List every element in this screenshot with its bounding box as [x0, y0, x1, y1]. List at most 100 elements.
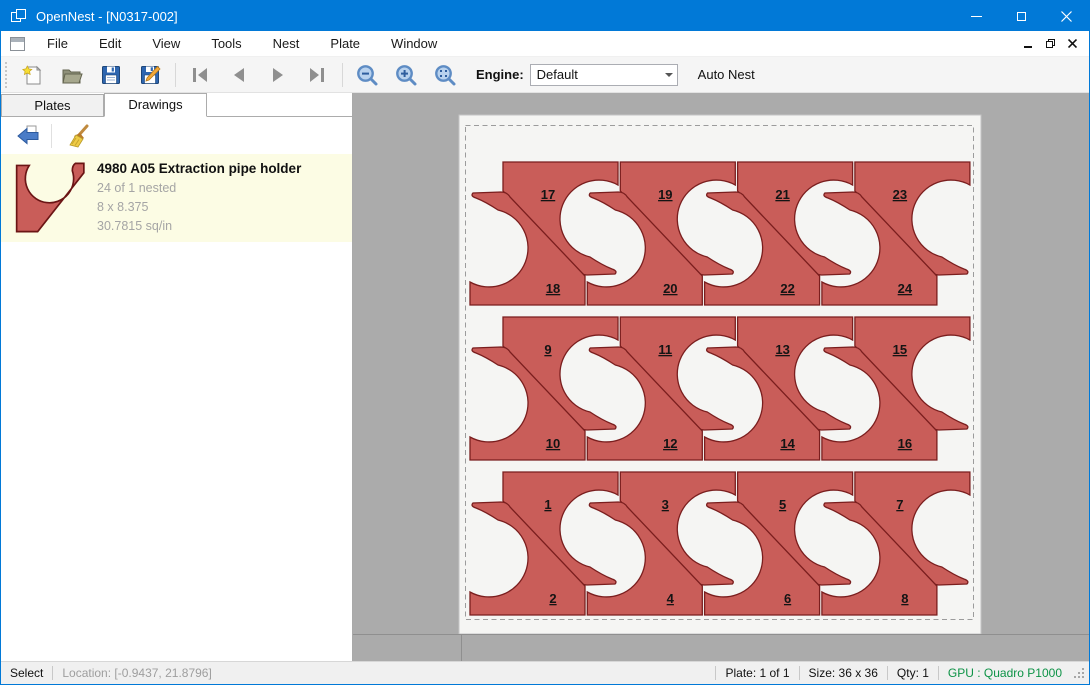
- gpu-status: GPU : Quadro P1000: [948, 666, 1062, 680]
- location-status: Location: [-0.9437, 21.8796]: [62, 666, 211, 680]
- tab-plates[interactable]: Plates: [1, 94, 104, 116]
- open-button[interactable]: [57, 60, 87, 90]
- move-back-icon: [15, 123, 41, 149]
- zoom-in-button[interactable]: [391, 60, 421, 90]
- menu-item-edit[interactable]: Edit: [87, 32, 133, 55]
- left-panel: Plates Drawings: [1, 93, 353, 661]
- part-number-label: 18: [546, 281, 560, 296]
- maximize-button[interactable]: [999, 1, 1044, 31]
- drawing-nested-count: 24 of 1 nested: [97, 179, 352, 198]
- status-separator: [715, 666, 716, 680]
- toolbar-grip[interactable]: [4, 62, 9, 88]
- plate-status: Plate: 1 of 1: [725, 666, 789, 680]
- zoom-fit-icon: [433, 63, 457, 87]
- part-number-label: 12: [663, 436, 677, 451]
- part-number-label: 17: [541, 187, 555, 202]
- new-drawing-button[interactable]: [18, 60, 48, 90]
- part-number-label: 16: [898, 436, 912, 451]
- move-back-button[interactable]: [13, 121, 43, 151]
- part-number-label: 7: [896, 497, 903, 512]
- save-edit-button[interactable]: [135, 60, 165, 90]
- minimize-button[interactable]: [954, 1, 999, 31]
- engine-label: Engine:: [476, 67, 524, 82]
- first-plate-icon: [188, 63, 212, 87]
- auto-nest-button[interactable]: Auto Nest: [692, 63, 761, 86]
- drawings-toolbar: [1, 117, 352, 154]
- part-number-label: 13: [775, 342, 789, 357]
- status-separator: [887, 666, 888, 680]
- part-number-label: 21: [775, 187, 789, 202]
- part-number-label: 11: [658, 342, 672, 357]
- status-separator: [52, 666, 53, 680]
- part-number-label: 23: [893, 187, 907, 202]
- status-separator: [938, 666, 939, 680]
- part-number-label: 5: [779, 497, 786, 512]
- part-number-label: 19: [658, 187, 672, 202]
- chevron-down-icon: [661, 73, 677, 77]
- save-icon: [99, 63, 123, 87]
- first-plate-button[interactable]: [185, 60, 215, 90]
- previous-plate-icon: [227, 63, 251, 87]
- mdi-restore-button[interactable]: [1039, 34, 1061, 54]
- part-number-label: 9: [544, 342, 551, 357]
- open-icon: [60, 63, 84, 87]
- part-number-label: 24: [898, 281, 913, 296]
- zoom-fit-button[interactable]: [430, 60, 460, 90]
- status-bar: Select Location: [-0.9437, 21.8796] Plat…: [1, 661, 1089, 684]
- part-number-label: 3: [662, 497, 669, 512]
- document-icon[interactable]: [10, 37, 25, 51]
- title-bar: OpenNest - [N0317-002]: [1, 1, 1089, 31]
- toolbar-separator: [175, 63, 176, 87]
- part-number-label: 14: [780, 436, 795, 451]
- part-number-label: 6: [784, 591, 791, 606]
- engine-select[interactable]: Default: [530, 64, 678, 86]
- nest-view: 171819202122232491011121314151612345678: [353, 93, 1084, 634]
- menu-item-view[interactable]: View: [140, 32, 192, 55]
- tab-bar: Plates Drawings: [1, 93, 352, 117]
- part-number-label: 10: [546, 436, 560, 451]
- save-button[interactable]: [96, 60, 126, 90]
- canvas-scrollbar[interactable]: [353, 634, 1089, 661]
- resize-grip[interactable]: [1072, 666, 1086, 680]
- maximize-icon: [1017, 12, 1026, 21]
- status-separator: [799, 666, 800, 680]
- app-icon: [11, 9, 27, 23]
- drawing-title: 4980 A05 Extraction pipe holder: [97, 161, 352, 176]
- qty-status: Qty: 1: [897, 666, 929, 680]
- clear-button[interactable]: [64, 121, 94, 151]
- drawing-list-empty-area: [1, 242, 352, 661]
- part-number-label: 15: [893, 342, 907, 357]
- part-number-label: 4: [667, 591, 675, 606]
- part-number-label: 8: [901, 591, 908, 606]
- drawing-list-item[interactable]: 4980 A05 Extraction pipe holder 24 of 1 …: [1, 154, 352, 242]
- last-plate-icon: [305, 63, 329, 87]
- part-thumbnail: [1, 159, 89, 237]
- mdi-close-icon: [1068, 39, 1077, 48]
- minimize-icon: [971, 16, 982, 17]
- next-plate-icon: [266, 63, 290, 87]
- app-window: OpenNest - [N0317-002] File Edit View Tools…: [0, 0, 1090, 685]
- zoom-out-button[interactable]: [352, 60, 382, 90]
- mdi-minimize-button[interactable]: [1017, 34, 1039, 54]
- tab-drawings[interactable]: Drawings: [104, 93, 207, 117]
- part-number-label: 1: [544, 497, 551, 512]
- next-plate-button[interactable]: [263, 60, 293, 90]
- close-icon: [1061, 11, 1072, 22]
- menu-items: File Edit View Tools Nest Plate Window: [35, 32, 456, 55]
- menu-item-nest[interactable]: Nest: [261, 32, 312, 55]
- menu-item-file[interactable]: File: [35, 32, 80, 55]
- window-title: OpenNest - [N0317-002]: [36, 9, 178, 24]
- drawing-size: 8 x 8.375: [97, 198, 352, 217]
- menu-item-window[interactable]: Window: [379, 32, 449, 55]
- previous-plate-button[interactable]: [224, 60, 254, 90]
- part-number-label: 2: [549, 591, 556, 606]
- mdi-minimize-icon: [1024, 46, 1032, 48]
- last-plate-button[interactable]: [302, 60, 332, 90]
- menu-item-plate[interactable]: Plate: [318, 32, 372, 55]
- panel-toolbar-separator: [51, 124, 52, 148]
- mdi-close-button[interactable]: [1061, 34, 1083, 54]
- nest-canvas[interactable]: 171819202122232491011121314151612345678: [353, 93, 1089, 661]
- close-button[interactable]: [1044, 1, 1089, 31]
- menu-bar: File Edit View Tools Nest Plate Window: [1, 31, 1089, 57]
- menu-item-tools[interactable]: Tools: [199, 32, 253, 55]
